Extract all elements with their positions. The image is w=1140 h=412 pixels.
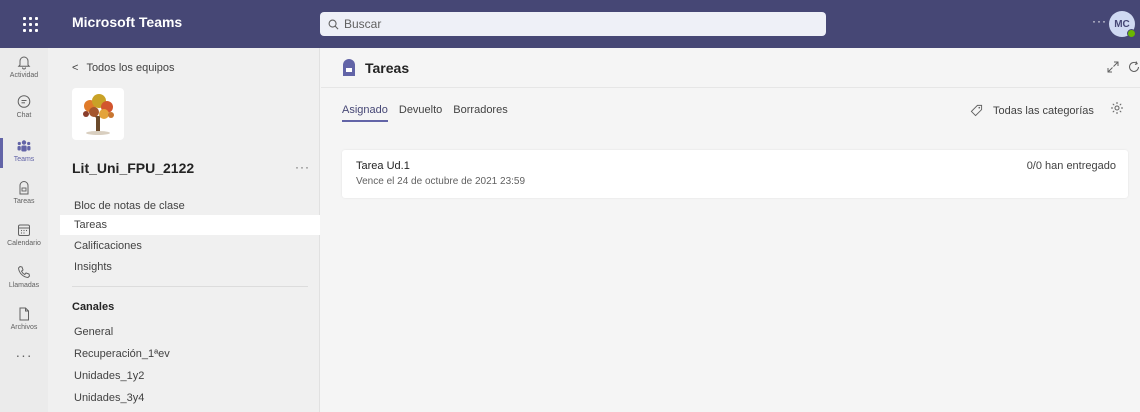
rail-label: Llamadas bbox=[8, 282, 40, 289]
chevron-left-icon: < bbox=[72, 62, 79, 74]
nav-item-class-notebook[interactable]: Bloc de notas de clase bbox=[60, 196, 320, 216]
rail-item-assignments[interactable]: Tareas bbox=[0, 176, 48, 216]
tag-icon bbox=[970, 104, 983, 117]
top-bar: Microsoft Teams ··· MC bbox=[0, 0, 1140, 48]
all-teams-link[interactable]: < Todos los equipos bbox=[72, 62, 175, 74]
rail-item-chat[interactable]: Chat bbox=[0, 90, 48, 130]
tab-assigned[interactable]: Asignado bbox=[342, 104, 388, 122]
rail-item-activity[interactable]: Actividad bbox=[0, 50, 48, 90]
assignment-tabs: Asignado Devuelto Borradores bbox=[342, 104, 519, 122]
nav-item-grades[interactable]: Calificaciones bbox=[60, 236, 320, 256]
rail-item-calendar[interactable]: Calendario bbox=[0, 218, 48, 258]
more-apps-button[interactable]: ··· bbox=[0, 347, 48, 363]
channel-item-recuperacion[interactable]: Recuperación_1ªev bbox=[60, 344, 320, 364]
refresh-icon[interactable] bbox=[1127, 60, 1140, 74]
presence-status-icon bbox=[1127, 29, 1136, 38]
team-avatar bbox=[72, 88, 124, 140]
main-header: Tareas bbox=[321, 48, 1140, 88]
rail-item-calls[interactable]: Llamadas bbox=[0, 260, 48, 300]
rail-label: Actividad bbox=[9, 72, 39, 79]
rail-item-teams[interactable]: Teams bbox=[0, 134, 48, 174]
tab-drafts[interactable]: Borradores bbox=[453, 104, 507, 122]
team-more-options-button[interactable]: ··· bbox=[295, 160, 310, 174]
assignment-card[interactable]: Tarea Ud.1 Vence el 24 de octubre de 202… bbox=[342, 150, 1128, 198]
rail-label: Tareas bbox=[13, 198, 35, 205]
category-filter-label: Todas las categorías bbox=[993, 104, 1094, 117]
assignments-app-icon bbox=[343, 59, 355, 76]
team-name: Lit_Uni_FPU_2122 bbox=[72, 160, 195, 176]
team-panel: < Todos los equipos Lit_Uni_FPU_2122 ···… bbox=[48, 48, 320, 412]
teams-icon bbox=[17, 140, 31, 152]
search-icon bbox=[328, 19, 339, 29]
page-title: Tareas bbox=[365, 60, 410, 76]
rail-item-files[interactable]: Archivos bbox=[0, 302, 48, 342]
phone-icon bbox=[17, 265, 31, 279]
more-options-button[interactable]: ··· bbox=[1092, 14, 1107, 28]
waffle-icon bbox=[22, 16, 38, 32]
search-box[interactable] bbox=[320, 12, 826, 36]
assignment-title: Tarea Ud.1 bbox=[356, 160, 410, 172]
tab-returned[interactable]: Devuelto bbox=[399, 104, 442, 122]
divider bbox=[72, 286, 308, 287]
expand-icon[interactable] bbox=[1106, 60, 1120, 74]
rail-label: Teams bbox=[13, 156, 35, 163]
app-rail: Actividad Chat Teams Tareas Calendario L… bbox=[0, 48, 48, 412]
nav-item-insights[interactable]: Insights bbox=[60, 257, 320, 277]
rail-label: Calendario bbox=[7, 240, 41, 247]
calendar-icon bbox=[18, 224, 30, 236]
settings-gear-icon[interactable] bbox=[1110, 101, 1124, 115]
rail-label: Chat bbox=[16, 112, 32, 119]
avatar-initials: MC bbox=[1114, 18, 1130, 30]
assignments-icon bbox=[19, 181, 29, 195]
rail-label: Archivos bbox=[10, 324, 38, 331]
assignment-due-date: Vence el 24 de octubre de 2021 23:59 bbox=[356, 176, 526, 187]
search-input[interactable] bbox=[344, 17, 804, 31]
app-title: Microsoft Teams bbox=[72, 14, 183, 30]
bell-icon bbox=[17, 56, 31, 70]
category-filter-button[interactable]: Todas las categorías bbox=[970, 104, 1094, 117]
tree-icon bbox=[83, 94, 114, 135]
nav-item-assignments[interactable]: Tareas bbox=[60, 215, 320, 235]
app-launcher-button[interactable] bbox=[0, 0, 60, 48]
submission-status: 0/0 han entregado bbox=[1026, 160, 1116, 172]
channel-item-general[interactable]: General bbox=[60, 322, 320, 342]
file-icon bbox=[19, 307, 29, 321]
channel-item-unidades-1y2[interactable]: Unidades_1y2 bbox=[60, 366, 320, 386]
channel-item-unidades-3y4[interactable]: Unidades_3y4 bbox=[60, 388, 320, 408]
channels-heading: Canales bbox=[72, 301, 115, 313]
user-avatar[interactable]: MC bbox=[1109, 11, 1136, 38]
chat-icon bbox=[17, 95, 31, 108]
all-teams-label: Todos los equipos bbox=[86, 62, 175, 74]
